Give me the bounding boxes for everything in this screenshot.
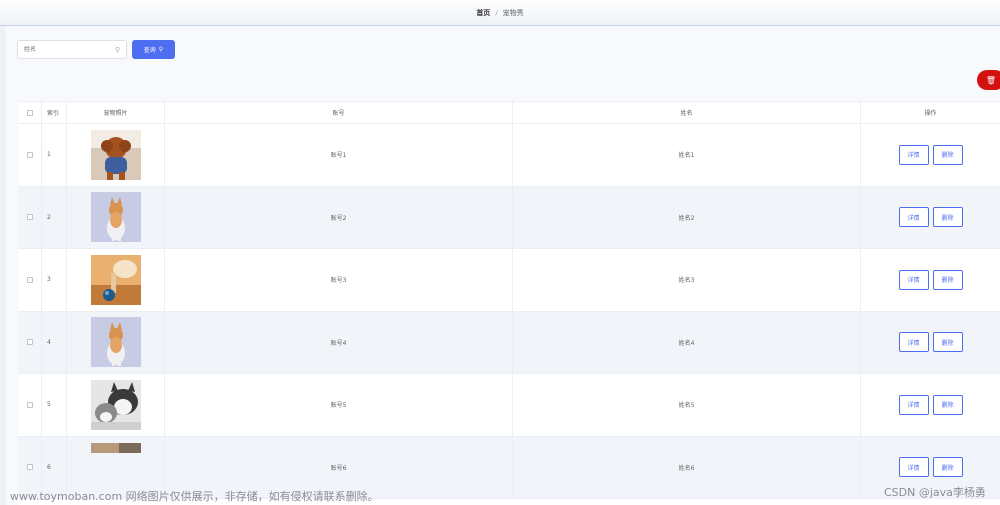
- row-photo-cell: [67, 311, 165, 373]
- header-name: 姓名: [513, 102, 861, 123]
- breadcrumb-current: 宠物秀: [502, 8, 524, 17]
- row-photo-cell: [67, 186, 165, 248]
- search-field[interactable]: ⚲: [17, 40, 127, 59]
- row-operations: 详情 删除: [861, 312, 1000, 374]
- detail-button[interactable]: 详情: [898, 457, 929, 478]
- delete-button[interactable]: 删除: [932, 207, 963, 228]
- search-icon: ⚲: [158, 46, 164, 53]
- select-all-cell: [18, 102, 42, 123]
- row-photo-cell: [67, 249, 165, 311]
- row-operations: 详情 删除: [861, 374, 1000, 436]
- header-index: 索引: [42, 102, 67, 123]
- select-all-checkbox[interactable]: [26, 109, 33, 116]
- row-account: 账号1: [165, 124, 513, 186]
- row-index: 3: [42, 249, 67, 311]
- row-account: 账号4: [165, 311, 513, 373]
- delete-button[interactable]: 删除: [932, 457, 963, 478]
- trash-icon: 🗑: [985, 75, 997, 85]
- row-name: 姓名1: [513, 124, 861, 186]
- row-checkbox[interactable]: [26, 339, 33, 346]
- row-name: 姓名2: [513, 186, 861, 248]
- breadcrumb-home[interactable]: 首页: [476, 8, 490, 18]
- row-account: 账号3: [165, 249, 513, 311]
- header-account: 账号: [165, 102, 513, 123]
- table-row: 4 账号4 姓名4 详情 删除: [18, 311, 1000, 374]
- pet-photo[interactable]: [90, 129, 141, 180]
- row-select-cell: [18, 374, 42, 436]
- row-name: 姓名4: [513, 311, 861, 373]
- table-row: 2 账号2 姓名2 详情 删除: [18, 186, 1000, 249]
- row-operations: 详情 删除: [861, 187, 1000, 249]
- row-index: 4: [42, 311, 67, 373]
- row-checkbox[interactable]: [26, 151, 33, 158]
- row-name: 姓名5: [513, 374, 861, 436]
- batch-delete-button[interactable]: 🗑: [977, 70, 1000, 90]
- table-row: 1 账号1 姓名1 详情 删除: [18, 124, 1000, 187]
- row-index: 5: [42, 374, 67, 436]
- row-index: 2: [42, 186, 67, 248]
- row-checkbox[interactable]: [26, 276, 33, 283]
- delete-button[interactable]: 删除: [932, 394, 963, 415]
- row-select-cell: [18, 249, 42, 311]
- row-select-cell: [18, 124, 42, 186]
- pet-table: 索引 宠物照片 账号 姓名 操作 1 账号1 姓名1 详情 删除 2 账号2 姓名2 详情 删除 3…: [18, 101, 1000, 505]
- watermark-right: CSDN @java李杨勇: [884, 486, 986, 499]
- search-input[interactable]: [24, 46, 109, 53]
- row-select-cell: [18, 311, 42, 373]
- pet-photo[interactable]: [90, 254, 141, 305]
- row-select-cell: [18, 186, 42, 248]
- breadcrumb: 首页 / 宠物秀: [0, 0, 1000, 26]
- search-icon: ⚲: [114, 45, 120, 54]
- table-body: 1 账号1 姓名1 详情 删除 2 账号2 姓名2 详情 删除 3 账号3 姓名3 详情 删除 4 账号4 姓名4…: [18, 124, 1000, 499]
- delete-button[interactable]: 删除: [932, 332, 963, 353]
- header-photo: 宠物照片: [67, 102, 165, 123]
- row-operations: 详情 删除: [861, 124, 1000, 186]
- row-account: 账号5: [165, 374, 513, 436]
- detail-button[interactable]: 详情: [898, 332, 929, 353]
- breadcrumb-separator: /: [495, 8, 498, 17]
- watermark-left: www.toymoban.com 网络图片仅供展示，非存储，如有侵权请联系删除。: [10, 490, 379, 503]
- row-checkbox[interactable]: [26, 401, 33, 408]
- row-photo-cell: [67, 374, 165, 436]
- table-row: 3 账号3 姓名3 详情 删除: [18, 249, 1000, 312]
- header-operations: 操作: [924, 110, 937, 117]
- row-checkbox[interactable]: [26, 464, 33, 471]
- row-photo-cell: [67, 124, 165, 186]
- delete-button[interactable]: 删除: [932, 144, 963, 165]
- row-index: 1: [42, 124, 67, 186]
- detail-button[interactable]: 详情: [898, 394, 929, 415]
- detail-button[interactable]: 详情: [898, 269, 929, 290]
- row-name: 姓名3: [513, 249, 861, 311]
- pet-photo[interactable]: [90, 379, 141, 430]
- query-button[interactable]: 查询 ⚲: [132, 40, 175, 59]
- table-row: 5 账号5 姓名5 详情 删除: [18, 374, 1000, 437]
- detail-button[interactable]: 详情: [898, 207, 929, 228]
- pet-photo[interactable]: [90, 442, 141, 453]
- left-edge: [0, 0, 6, 505]
- detail-button[interactable]: 详情: [898, 144, 929, 165]
- row-operations: 详情 删除: [861, 249, 1000, 311]
- query-button-label: 查询: [143, 47, 156, 54]
- delete-button[interactable]: 删除: [932, 269, 963, 290]
- row-name: 姓名6: [513, 436, 861, 498]
- table-header: 索引 宠物照片 账号 姓名 操作: [18, 102, 1000, 124]
- pet-photo[interactable]: [90, 317, 141, 368]
- pet-photo[interactable]: [90, 192, 141, 243]
- row-checkbox[interactable]: [26, 214, 33, 221]
- row-account: 账号2: [165, 186, 513, 248]
- page: 首页 / 宠物秀 ⚲ 查询 ⚲ 🗑 索引 宠物照片 账号 姓名 操作 1账号1姓…: [0, 0, 1000, 505]
